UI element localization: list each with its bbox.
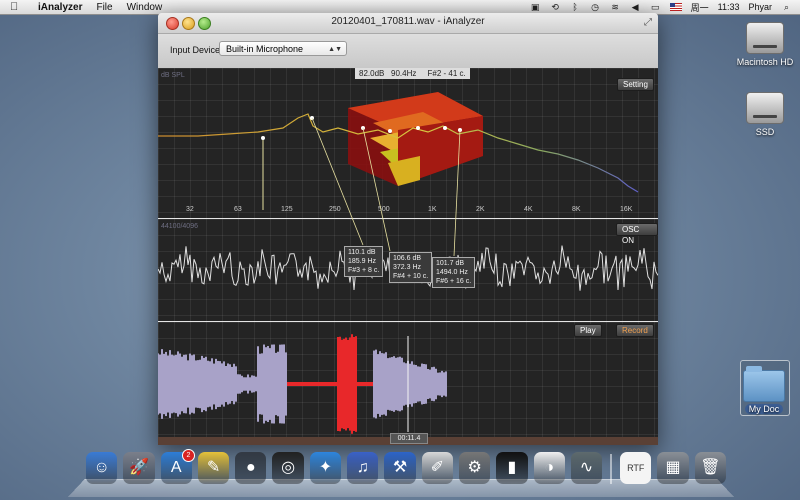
menu-app-name[interactable]: iAnalyzer xyxy=(38,2,82,13)
system-preferences-icon[interactable]: ⚙ xyxy=(458,452,491,484)
menu-time[interactable]: 11:33 xyxy=(718,2,740,12)
dashboard-icon[interactable]: ◎ xyxy=(272,452,304,484)
toolbar: Input Device Built-in Microphone ▲▼ xyxy=(158,34,658,69)
itunes-icon[interactable]: ♫ xyxy=(347,452,379,484)
peak-db: 106.6 dB xyxy=(393,255,422,262)
recording-waveform xyxy=(158,334,447,434)
dock-separator xyxy=(610,454,613,484)
freq-tick: 32 xyxy=(186,206,194,213)
dock: ☺ 🚀 A 2 ✎ ● ◎ ✦ ♫ ⚒ ✐ ⚙ ▮ ◑ ∿ RTF ▦ 🗑 xyxy=(86,449,726,488)
peak-hz: 372.3 Hz xyxy=(393,264,422,271)
peak-db: 110.1 dB xyxy=(348,249,376,256)
freq-tick: 250 xyxy=(329,206,341,213)
menu-date[interactable]: 周一 xyxy=(691,1,709,14)
sync-icon[interactable]: ⟲ xyxy=(550,2,561,12)
spectrogram-3d xyxy=(348,92,483,186)
document-icon[interactable]: RTF xyxy=(620,452,652,484)
battery-icon[interactable]: ▭ xyxy=(650,2,661,12)
fullscreen-icon[interactable]: ⤢ xyxy=(644,17,652,28)
input-device-value: Built-in Microphone xyxy=(226,44,304,54)
safari-icon[interactable]: ✦ xyxy=(309,452,342,484)
peak-hz: 185.9 Hz xyxy=(348,258,377,265)
stack-icon[interactable]: ▦ xyxy=(657,452,689,484)
input-device-label: Input Device xyxy=(170,45,221,55)
desktop-icon-macintosh-hd[interactable]: Macintosh HD xyxy=(730,22,800,67)
freq-tick: 500 xyxy=(378,206,390,213)
freq-tick: 1K xyxy=(428,206,437,213)
input-source-flag-icon[interactable] xyxy=(669,3,682,11)
time-machine-icon[interactable]: ◷ xyxy=(590,2,601,12)
input-device-select[interactable]: Built-in Microphone ▲▼ xyxy=(219,41,347,56)
facetime-icon[interactable]: ● xyxy=(235,452,267,484)
freq-tick: 125 xyxy=(281,206,293,213)
finder-icon[interactable]: ☺ xyxy=(86,452,118,484)
status-app-icon[interactable]: ▣ xyxy=(530,2,541,12)
spectrum-graph xyxy=(158,92,639,210)
peak-note: F#4 + 10 c. xyxy=(393,273,429,280)
ianalyzer-icon[interactable]: ∿ xyxy=(570,452,603,484)
trash-icon[interactable]: 🗑 xyxy=(694,452,726,484)
freq-tick: 63 xyxy=(234,206,242,213)
peak-note: F#6 + 16 c. xyxy=(436,278,472,285)
app-store-icon[interactable]: A2 xyxy=(160,449,195,484)
ianalyzer-window: 20120401_170811.wav - iAnalyzer ⤢ Input … xyxy=(158,13,658,445)
peak-info-box: 110.1 dB 185.9 Hz F#3 + 8 c. xyxy=(344,246,384,277)
wifi-icon[interactable]: ≋ xyxy=(610,2,621,12)
freq-tick: 16K xyxy=(620,206,633,213)
desktop-icon-label: SSD xyxy=(755,127,775,137)
desktop-icon-label: My Doc xyxy=(744,404,784,414)
recorder-panel[interactable]: Play Record xyxy=(158,322,658,445)
stickies-icon[interactable]: ✎ xyxy=(197,452,230,484)
bluetooth-icon[interactable]: ᛒ xyxy=(570,2,581,12)
frequency-axis: 32 63 125 250 500 1K 2K 4K 8K 16K xyxy=(158,206,658,218)
launchpad-icon[interactable]: 🚀 xyxy=(123,452,155,484)
menu-status-area: ▣ ⟲ ᛒ ◷ ≋ ◀ ▭ 周一 11:33 Phyar ⌕ xyxy=(530,0,792,14)
apple-menu-icon[interactable]:  xyxy=(10,1,24,13)
desktop-icon-ssd[interactable]: SSD xyxy=(730,92,800,137)
spectrum-panel[interactable]: dB SPL 82.0dB 90.4Hz F#2 - 41 c. Setting xyxy=(158,68,658,218)
peak-info-box: 101.7 dB 1494.0 Hz F#6 + 16 c. xyxy=(432,257,476,288)
desktop-icon-label: Macintosh HD xyxy=(736,57,794,67)
notification-badge: 2 xyxy=(181,449,195,462)
peak-info-box: 106.6 dB 372.3 Hz F#4 + 10 c. xyxy=(389,252,433,283)
peak-db: 101.7 dB xyxy=(436,260,465,267)
volume-icon[interactable]: ◀ xyxy=(630,2,641,12)
peak-hz: 1494.0 Hz xyxy=(436,269,468,276)
select-arrows-icon: ▲▼ xyxy=(328,46,342,53)
menu-window[interactable]: Window xyxy=(127,2,163,13)
freq-tick: 8K xyxy=(572,206,581,213)
menu-file[interactable]: File xyxy=(96,2,112,13)
title-bar[interactable]: 20120401_170811.wav - iAnalyzer ⤢ xyxy=(158,13,658,34)
folder-icon xyxy=(743,366,785,402)
textedit-icon[interactable]: ✐ xyxy=(421,452,453,484)
hard-drive-icon xyxy=(746,92,784,124)
terminal-icon[interactable]: ▮ xyxy=(496,452,528,484)
peak-note: F#3 + 8 c. xyxy=(348,267,380,274)
freq-tick: 4K xyxy=(524,206,533,213)
spotlight-icon[interactable]: ⌕ xyxy=(781,2,792,12)
window-title: 20120401_170811.wav - iAnalyzer xyxy=(331,16,485,27)
freq-tick: 2K xyxy=(476,206,485,213)
desktop-icon-my-doc[interactable]: My Doc xyxy=(729,366,799,414)
color-wheel-icon[interactable]: ◑ xyxy=(533,452,565,484)
menu-user[interactable]: Phyar xyxy=(748,2,772,12)
xcode-icon[interactable]: ⚒ xyxy=(384,452,416,484)
hard-drive-icon xyxy=(746,22,784,54)
playhead-time: 00:11.4 xyxy=(390,433,428,444)
